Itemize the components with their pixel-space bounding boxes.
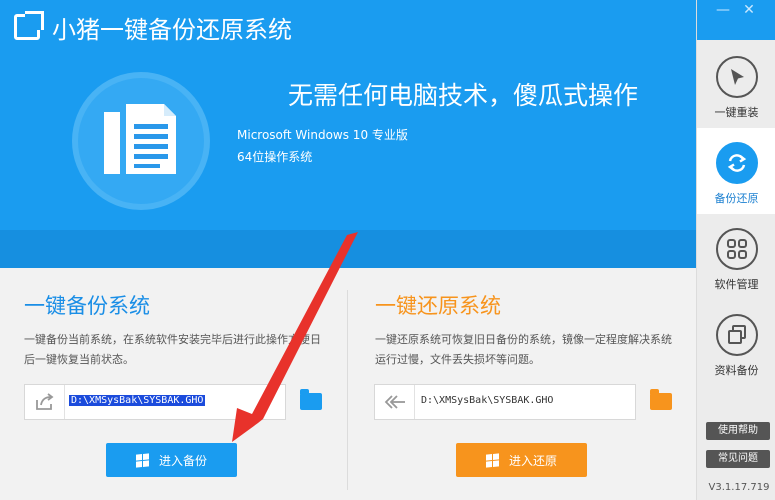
start-restore-button[interactable]: 进入还原 [456,443,587,477]
sidebar-item-label: 软件管理 [714,278,759,291]
version-label: V3.1.17.719 [708,482,770,493]
hero-circle [72,72,210,210]
header-stripe [0,230,696,268]
grid-icon [727,239,747,259]
header-banner: 小猪一键备份还原系统 无需任何电脑技术，傻瓜式操作 Microsoft Wind… [0,0,696,268]
os-arch: 64位操作系统 [237,150,313,164]
panel-divider [347,290,348,490]
restore-path-text: D:\XMSysBak\SYSBAK.GHO [421,395,554,406]
restore-title: 一键还原系统 [375,294,501,318]
restore-folder-icon[interactable] [650,389,672,410]
minimize-button[interactable]: — [713,2,733,18]
start-restore-label: 进入还原 [508,453,557,468]
refresh-icon [727,154,747,172]
hero-slogan: 无需任何电脑技术，傻瓜式操作 [288,81,639,110]
app-logo-icon [14,14,40,40]
export-icon [35,393,53,410]
sidebar-item-software[interactable]: 软件管理 [697,214,775,300]
start-backup-label: 进入备份 [158,453,207,468]
sidebar-item-label: 一键重装 [714,106,759,119]
document-icon [104,104,176,174]
sidebar-item-reinstall[interactable]: 一键重装 [697,42,775,128]
faq-button[interactable]: 常见问题 [706,450,770,468]
reply-icon [384,395,405,409]
windows-logo-icon [135,452,149,468]
restore-path-field[interactable]: D:\XMSysBak\SYSBAK.GHO [374,384,636,420]
sidebar-top [697,0,775,40]
cursor-icon [731,69,744,85]
sidebar-item-backup-restore[interactable]: 备份还原 [697,128,775,214]
windows-logo-icon [485,452,499,468]
close-button[interactable]: ✕ [739,2,759,18]
backup-description: 一键备份当前系统，在系统软件安装完毕后进行此操作方便日后一键恢复当前状态。 [24,333,321,366]
sidebar-item-label: 备份还原 [714,192,759,205]
copy-icon [728,325,746,344]
help-button[interactable]: 使用帮助 [706,422,770,440]
os-name: Microsoft Windows 10 专业版 [237,128,408,142]
backup-path-field[interactable]: D:\XMSysBak\SYSBAK.GHO [24,384,286,420]
start-backup-button[interactable]: 进入备份 [106,443,237,477]
sidebar-item-label: 资料备份 [714,364,759,377]
sidebar-item-data-backup[interactable]: 资料备份 [697,300,775,386]
restore-description: 一键还原系统可恢复旧日备份的系统，镜像一定程度解决系统运行过慢，文件丢失损坏等问… [375,333,672,366]
backup-title: 一键备份系统 [24,294,150,318]
backup-folder-icon[interactable] [300,389,322,410]
backup-path-text: D:\XMSysBak\SYSBAK.GHO [69,395,206,406]
app-title: 小猪一键备份还原系统 [52,16,292,44]
